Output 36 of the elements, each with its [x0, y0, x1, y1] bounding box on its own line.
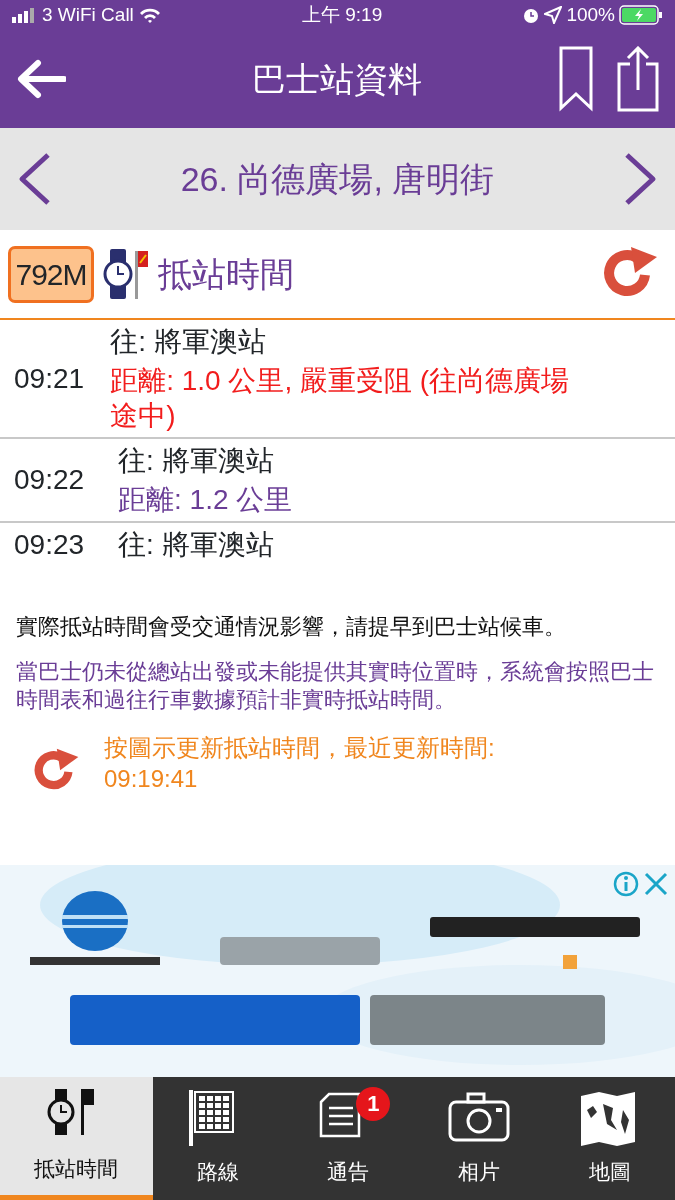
distance-text: 距離: 1.2 公里 — [118, 483, 294, 517]
status-time: 上午 9:19 — [300, 2, 384, 27]
section-title: 抵站時間 — [158, 253, 295, 295]
location-icon — [544, 6, 563, 24]
arrival-time: 09:23 — [13, 527, 86, 562]
arrival-time: 09:21 — [13, 361, 86, 396]
note-text: 實際抵站時間會受交通情況影響，請提早到巴士站候車。 — [16, 613, 567, 641]
refresh-note: 按圖示更新抵站時間，最近更新時間: 09:19:41 — [104, 732, 496, 794]
tab-button[interactable]: 相片 — [413, 1077, 545, 1200]
bookmark-icon — [559, 46, 593, 112]
bookmark-button[interactable] — [559, 46, 593, 112]
share-icon — [617, 46, 659, 112]
tab-button[interactable]: 地圖 — [544, 1077, 675, 1200]
tab-button[interactable]: 通告 1 — [283, 1077, 414, 1200]
close-icon[interactable] — [643, 871, 669, 897]
tab-button[interactable]: 抵站時間 — [0, 1077, 153, 1200]
note-text: 當巴士仍未從總站出發或未能提供其實時位置時，系統會按照巴士時間表和過往行車數據預計非實時抵站時間。 — [16, 657, 655, 715]
share-button[interactable] — [617, 46, 659, 112]
watch-flag-icon — [102, 249, 150, 299]
stop-name: 26. 尚德廣場, 唐明街 — [180, 158, 495, 200]
route-number: 792M — [8, 245, 94, 303]
tab-button[interactable]: 路線 — [152, 1077, 284, 1200]
destination-text: 往: 將軍澳站 — [118, 444, 275, 478]
carrier-text: 3 WiFi Call — [42, 2, 134, 27]
destination-text: 往: 將軍澳站 — [110, 325, 267, 359]
alarm-icon — [522, 6, 541, 24]
battery-percent: 100% — [566, 2, 615, 27]
destination-text: 往: 將軍澳站 — [118, 528, 275, 562]
back-arrow-icon — [16, 59, 66, 99]
info-icon[interactable] — [613, 871, 639, 897]
distance-text: 距離: 1.0 公里, 嚴重受阻 (往尚德廣場途中) — [110, 364, 571, 433]
arrival-time: 09:22 — [13, 463, 86, 497]
page-title: 巴士站資料 — [251, 59, 422, 98]
back-button[interactable] — [16, 59, 66, 99]
battery-icon — [619, 5, 663, 25]
notification-badge: 1 — [356, 1087, 391, 1121]
